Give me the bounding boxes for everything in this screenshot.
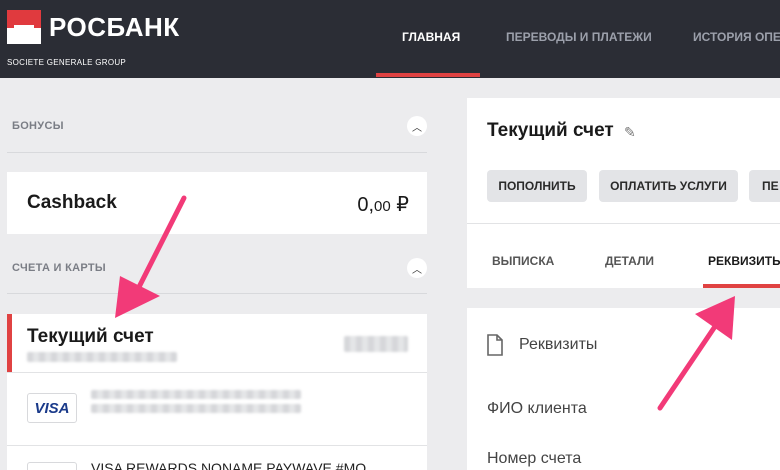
logo-text[interactable]: РОСБАНК	[49, 12, 180, 43]
nav-transfers-payments[interactable]: ПЕРЕВОДЫ И ПЛАТЕЖИ	[506, 30, 652, 44]
divider	[467, 223, 780, 224]
pencil-edit-icon[interactable]: ✎	[624, 124, 636, 141]
tab-details[interactable]: ДЕТАЛИ	[605, 254, 654, 268]
card-logo-icon	[27, 462, 77, 470]
account-title: Текущий счет	[487, 120, 614, 141]
bonuses-collapse-chevron-up-icon[interactable]: ︿	[407, 116, 427, 136]
nav-operations-history[interactable]: ИСТОРИЯ ОПЕР	[693, 30, 780, 44]
top-up-button[interactable]: ПОПОЛНИТЬ	[487, 170, 587, 202]
blurred-balance	[344, 336, 408, 352]
transfer-button[interactable]: ПЕ	[749, 170, 780, 202]
card-item-visa[interactable]: VISA	[7, 373, 427, 445]
nav-main[interactable]: ГЛАВНАЯ	[402, 30, 460, 44]
visa-logo-icon: VISA	[27, 393, 77, 423]
logo-subtitle: SOCIETE GENERALE GROUP	[7, 58, 127, 67]
blurred-card-name	[91, 390, 301, 399]
current-account-title: Текущий счет	[27, 326, 154, 347]
top-header: РОСБАНК SOCIETE GENERALE GROUP ГЛАВНАЯ П…	[0, 0, 780, 78]
pay-services-button[interactable]: ОПЛАТИТЬ УСЛУГИ	[599, 170, 738, 202]
tab-requisites[interactable]: РЕКВИЗИТЫ	[708, 254, 780, 268]
accounts-collapse-chevron-up-icon[interactable]: ︿	[407, 258, 427, 278]
tab-statement[interactable]: ВЫПИСКА	[492, 254, 554, 268]
accounts-list: Текущий счет VISA VISA REWARDS NONAME PA…	[7, 314, 427, 470]
divider	[7, 152, 427, 153]
document-icon	[487, 334, 503, 356]
requisites-title: Реквизиты	[519, 336, 598, 353]
tab-active-indicator	[703, 284, 780, 288]
current-account-item[interactable]: Текущий счет	[7, 314, 427, 372]
selected-indicator	[7, 314, 12, 372]
divider	[7, 293, 427, 294]
card-name: VISA REWARDS NONAME PAYWAVE #MO	[91, 460, 367, 470]
client-name-label: ФИО клиента	[487, 400, 587, 417]
blurred-card-number	[91, 404, 301, 413]
rosbank-logo-icon[interactable]	[7, 10, 41, 44]
cashback-value: 0,00 ₽	[357, 194, 409, 216]
account-number-label: Номер счета	[487, 450, 582, 467]
blurred-account-number	[27, 352, 177, 362]
cashback-title: Cashback	[27, 192, 117, 213]
accounts-cards-section-label: СЧЕТА И КАРТЫ	[12, 262, 106, 274]
cashback-card[interactable]: Cashback 0,00 ₽	[7, 172, 427, 234]
nav-active-indicator	[376, 73, 480, 77]
card-item-visa-rewards[interactable]: VISA REWARDS NONAME PAYWAVE #MO	[7, 446, 427, 470]
bonuses-section-label: БОНУСЫ	[12, 120, 64, 132]
requisites-panel: Реквизиты ФИО клиента Номер счета	[467, 308, 780, 470]
